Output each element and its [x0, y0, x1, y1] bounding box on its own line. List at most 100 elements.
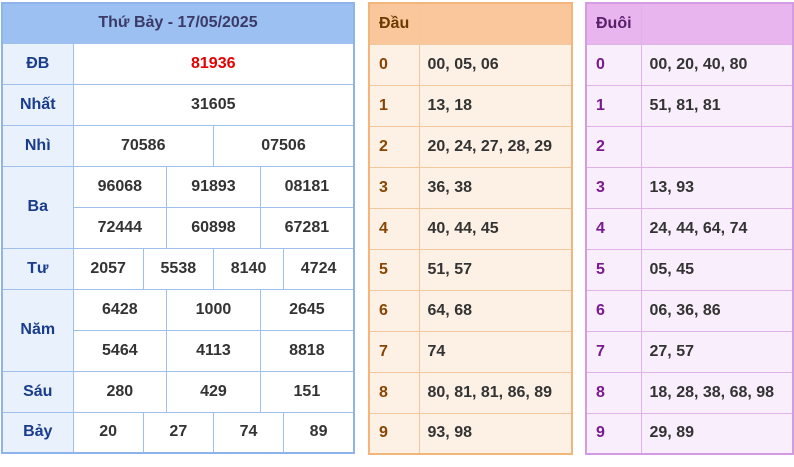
- dau-digit: 8: [368, 371, 420, 414]
- duoi-digit: 8: [585, 371, 642, 414]
- dau-values: 20, 24, 27, 28, 29: [418, 125, 573, 168]
- prize-row-db: ĐB 81936: [1, 42, 355, 85]
- dau-values: 80, 81, 81, 86, 89: [418, 371, 573, 414]
- prize-label-nhat: Nhất: [1, 83, 74, 126]
- prize-value: 60898: [166, 206, 261, 249]
- duoi-values: 05, 45: [640, 248, 794, 291]
- duoi-digit: 3: [585, 166, 642, 209]
- dau-digit: 6: [368, 289, 420, 332]
- duoi-row: 0 00, 20, 40, 80: [585, 43, 794, 86]
- dau-digit: 3: [368, 166, 420, 209]
- dau-values: 13, 18: [418, 84, 573, 127]
- duoi-header-blank: [640, 2, 794, 45]
- dau-row: 3 36, 38: [368, 166, 573, 209]
- lottery-results-table: Thứ Bảy - 17/05/2025 ĐB 81936 Nhất 31605…: [1, 2, 355, 454]
- dau-digit: 2: [368, 125, 420, 168]
- prize-row-bay: Bảy 20 27 74 89: [1, 411, 355, 454]
- dau-digit: 5: [368, 248, 420, 291]
- duoi-values: 13, 93: [640, 166, 794, 209]
- dau-values: 74: [418, 330, 573, 373]
- duoi-row: 1 51, 81, 81: [585, 84, 794, 127]
- dau-values: 40, 44, 45: [418, 207, 573, 250]
- prize-value: 1000: [166, 288, 261, 331]
- dau-digit: 9: [368, 412, 420, 455]
- prize-row-tu: Tư 2057 5538 8140 4724: [1, 247, 355, 290]
- prize-label-ba: Ba: [1, 165, 74, 249]
- prize-value: 72444: [72, 206, 168, 249]
- duoi-digit: 1: [585, 84, 642, 127]
- prize-label-bay: Bảy: [1, 411, 74, 454]
- prize-label-db: ĐB: [1, 42, 74, 85]
- dau-row: 0 00, 05, 06: [368, 43, 573, 86]
- prize-value: 67281: [259, 206, 355, 249]
- prize-value: 5538: [142, 247, 214, 290]
- dau-digit: 0: [368, 43, 420, 86]
- prize-value: 4724: [283, 247, 355, 290]
- prize-row-nhat: Nhất 31605: [1, 83, 355, 126]
- duoi-row: 3 13, 93: [585, 166, 794, 209]
- dau-values: 64, 68: [418, 289, 573, 332]
- duoi-values: 29, 89: [640, 412, 794, 455]
- dau-values: 00, 05, 06: [418, 43, 573, 86]
- duoi-digit: 7: [585, 330, 642, 373]
- prize-label-nhi: Nhì: [1, 124, 74, 167]
- prize-value: 89: [283, 411, 355, 454]
- duoi-table: Đuôi 0 00, 20, 40, 80 1 51, 81, 81 2 3 13, 93 4…: [585, 2, 794, 455]
- dau-digit: 4: [368, 207, 420, 250]
- prize-label-tu: Tư: [1, 247, 74, 290]
- duoi-digit: 9: [585, 412, 642, 455]
- prize-value: 151: [259, 370, 355, 413]
- prize-value: 280: [72, 370, 168, 413]
- prize-value: 6428: [72, 288, 168, 331]
- duoi-values: 06, 36, 86: [640, 289, 794, 332]
- dau-row: 8 80, 81, 81, 86, 89: [368, 371, 573, 414]
- duoi-values: [640, 125, 794, 168]
- prize-value: 91893: [166, 165, 261, 208]
- prize-value-db: 81936: [72, 42, 355, 85]
- dau-row: 6 64, 68: [368, 289, 573, 332]
- duoi-digit: 5: [585, 248, 642, 291]
- dau-values: 93, 98: [418, 412, 573, 455]
- dau-header-blank: [418, 2, 573, 45]
- prize-row-nam: Năm 6428 1000 2645: [1, 288, 355, 372]
- prize-value: 07506: [212, 124, 355, 167]
- prize-value: 74: [212, 411, 285, 454]
- prize-label-nam: Năm: [1, 288, 74, 372]
- duoi-header: Đuôi: [585, 2, 642, 45]
- duoi-row: 7 27, 57: [585, 330, 794, 373]
- prize-label-sau: Sáu: [1, 370, 74, 413]
- dau-table: Đầu 0 00, 05, 06 1 13, 18 2 20, 24, 27, 28, 2…: [368, 2, 573, 455]
- dau-digit: 7: [368, 330, 420, 373]
- dau-row: 2 20, 24, 27, 28, 29: [368, 125, 573, 168]
- prize-value: 8818: [259, 329, 355, 372]
- duoi-row: 6 06, 36, 86: [585, 289, 794, 332]
- prize-row-ba: Ba 96068 91893 08181: [1, 165, 355, 249]
- prize-value: 2057: [72, 247, 144, 290]
- duoi-row: 5 05, 45: [585, 248, 794, 291]
- duoi-row: 2: [585, 125, 794, 168]
- dau-values: 36, 38: [418, 166, 573, 209]
- prize-value: 20: [72, 411, 144, 454]
- dau-row: 1 13, 18: [368, 84, 573, 127]
- dau-row: 5 51, 57: [368, 248, 573, 291]
- dau-row: 9 93, 98: [368, 412, 573, 455]
- prize-value: 8140: [212, 247, 285, 290]
- prize-value: 429: [166, 370, 261, 413]
- duoi-digit: 6: [585, 289, 642, 332]
- duoi-values: 24, 44, 64, 74: [640, 207, 794, 250]
- duoi-values: 27, 57: [640, 330, 794, 373]
- duoi-values: 18, 28, 38, 68, 98: [640, 371, 794, 414]
- duoi-row: 8 18, 28, 38, 68, 98: [585, 371, 794, 414]
- duoi-row: 9 29, 89: [585, 412, 794, 455]
- duoi-row: 4 24, 44, 64, 74: [585, 207, 794, 250]
- prize-value: 2645: [259, 288, 355, 331]
- prize-value: 27: [142, 411, 214, 454]
- duoi-values: 00, 20, 40, 80: [640, 43, 794, 86]
- dau-row: 7 74: [368, 330, 573, 373]
- duoi-values: 51, 81, 81: [640, 84, 794, 127]
- prize-row-sau: Sáu 280 429 151: [1, 370, 355, 413]
- dau-row: 4 40, 44, 45: [368, 207, 573, 250]
- prize-value: 5464: [72, 329, 168, 372]
- dau-header: Đầu: [368, 2, 420, 45]
- duoi-digit: 2: [585, 125, 642, 168]
